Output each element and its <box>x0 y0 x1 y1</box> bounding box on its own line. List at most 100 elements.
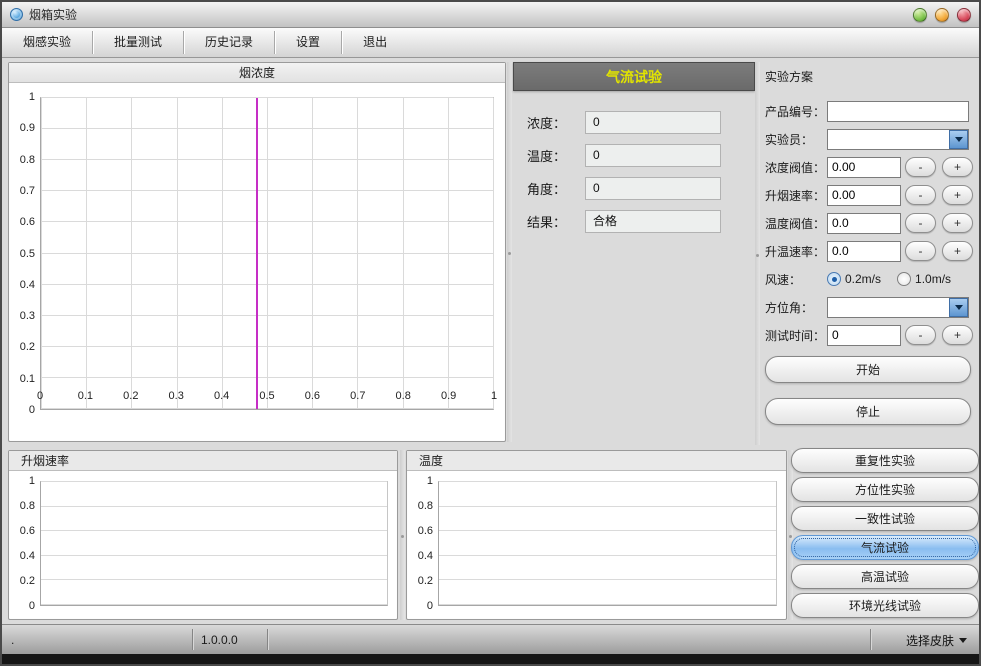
azimuth-dropdown-button[interactable] <box>949 298 968 317</box>
gridline <box>131 98 132 409</box>
test-button-ambient-light[interactable]: 环境光线试验 <box>791 593 979 618</box>
temp-threshold-plus-button[interactable]: + <box>942 213 973 233</box>
plan-panel-title: 实验方案 <box>759 62 977 85</box>
temp-rise-rate-input[interactable] <box>827 241 901 262</box>
x-tick-label: 0.5 <box>259 390 274 402</box>
chart-title: 升烟速率 <box>9 451 397 471</box>
temperature-chart: 00.20.40.60.81 <box>408 471 785 618</box>
menu-item-smoke-test[interactable]: 烟感实验 <box>2 28 92 57</box>
gridline <box>177 98 178 409</box>
test-time-plus-button[interactable]: + <box>942 325 973 345</box>
temp-rise-rate-minus-button[interactable]: - <box>905 241 936 261</box>
wind-speed-radio-10[interactable] <box>897 272 911 286</box>
temperature-label: 温度： <box>527 146 585 165</box>
y-tick-label: 0.1 <box>20 373 35 385</box>
close-button[interactable] <box>957 8 971 22</box>
test-button-azimuth[interactable]: 方位性实验 <box>791 477 979 502</box>
density-threshold-minus-button[interactable]: - <box>905 157 936 177</box>
chevron-down-icon <box>955 137 963 142</box>
tester-label: 实验员： <box>765 131 827 148</box>
y-tick-label: 1 <box>29 91 35 103</box>
test-time-minus-button[interactable]: - <box>905 325 936 345</box>
y-tick-label: 0 <box>29 600 35 612</box>
skin-select-button[interactable]: 选择皮肤 <box>906 630 967 650</box>
smoke-rise-rate-minus-button[interactable]: - <box>905 185 936 205</box>
gridline <box>41 481 387 482</box>
y-tick-label: 0.2 <box>20 575 35 587</box>
test-button-high-temperature[interactable]: 高温试验 <box>791 564 979 589</box>
menu-item-history[interactable]: 历史记录 <box>184 28 274 57</box>
smoke-density-chart-group: 烟浓度 00.10.20.30.40.50.60.70.80.91 00.10.… <box>8 62 506 442</box>
azimuth-select[interactable] <box>827 297 969 318</box>
gridline <box>312 98 313 409</box>
x-tick-label: 0.1 <box>78 390 93 402</box>
x-tick-label: 0.3 <box>169 390 184 402</box>
result-label: 结果： <box>527 212 585 231</box>
menu-item-exit[interactable]: 退出 <box>342 28 408 57</box>
test-time-row: 测试时间： - + <box>765 324 973 346</box>
window-frame-bottom <box>2 654 979 664</box>
wind-speed-row: 风速： 0.2m/s 1.0m/s <box>765 268 973 290</box>
smoke-rise-rate-chart: 00.20.40.60.81 <box>10 471 396 618</box>
y-tick-label: 0.6 <box>418 525 433 537</box>
wind-speed-label: 风速： <box>765 271 827 288</box>
product-number-input[interactable] <box>827 101 969 122</box>
version-text: 1.0.0.0 <box>201 633 238 647</box>
gridline <box>357 98 358 409</box>
wind-speed-radio-02[interactable] <box>827 272 841 286</box>
y-tick-label: 0.8 <box>418 500 433 512</box>
minimize-button[interactable] <box>913 8 927 22</box>
temp-rise-rate-label: 升温速率： <box>765 243 827 260</box>
gridline <box>267 98 268 409</box>
smoke-rise-rate-label: 升烟速率： <box>765 187 827 204</box>
gridline <box>222 98 223 409</box>
azimuth-select-value <box>832 298 946 317</box>
smoke-rise-rate-plus-button[interactable]: + <box>942 185 973 205</box>
density-threshold-plus-button[interactable]: + <box>942 157 973 177</box>
menu-item-settings[interactable]: 设置 <box>275 28 341 57</box>
test-mode-buttons: 重复性实验 方位性实验 一致性试验 气流试验 高温试验 环境光线试验 <box>791 448 979 622</box>
smoke-rise-rate-row: 升烟速率： - + <box>765 184 973 206</box>
x-tick-label: 1 <box>491 390 497 402</box>
splitter[interactable] <box>400 450 405 620</box>
tester-row: 实验员： <box>765 128 973 150</box>
tester-dropdown-button[interactable] <box>949 130 968 149</box>
chevron-down-icon <box>955 305 963 310</box>
y-tick-label: 1 <box>29 475 35 487</box>
x-tick-label: 0.9 <box>441 390 456 402</box>
test-button-airflow[interactable]: 气流试验 <box>791 535 979 560</box>
gridline <box>439 579 776 580</box>
x-tick-label: 0.4 <box>214 390 229 402</box>
test-button-consistency[interactable]: 一致性试验 <box>791 506 979 531</box>
test-time-label: 测试时间： <box>765 327 827 344</box>
density-threshold-input[interactable] <box>827 157 901 178</box>
x-tick-label: 0.2 <box>123 390 138 402</box>
y-tick-label: 0.2 <box>418 575 433 587</box>
app-window: 烟箱实验 烟感实验 批量测试 历史记录 设置 退出 烟浓度 00.10.20.3… <box>0 0 981 666</box>
temp-rise-rate-row: 升温速率： - + <box>765 240 973 262</box>
divider <box>267 629 268 650</box>
stop-button[interactable]: 停止 <box>765 398 971 425</box>
test-button-repeatability[interactable]: 重复性实验 <box>791 448 979 473</box>
smoke-rise-rate-input[interactable] <box>827 185 901 206</box>
y-tick-label: 0.6 <box>20 525 35 537</box>
temp-rise-rate-plus-button[interactable]: + <box>942 241 973 261</box>
chart-title: 烟浓度 <box>9 63 505 83</box>
readout-row-density: 浓度： 0 <box>527 111 755 134</box>
y-tick-label: 0.4 <box>418 550 433 562</box>
gridline <box>41 506 387 507</box>
temp-threshold-input[interactable] <box>827 213 901 234</box>
tester-select[interactable] <box>827 129 969 150</box>
angle-value: 0 <box>585 177 721 200</box>
airflow-panel-title: 气流试验 <box>513 62 755 91</box>
gridline <box>439 506 776 507</box>
start-button[interactable]: 开始 <box>765 356 971 383</box>
splitter[interactable] <box>507 62 512 442</box>
temp-threshold-minus-button[interactable]: - <box>905 213 936 233</box>
divider <box>192 629 193 650</box>
test-time-input[interactable] <box>827 325 901 346</box>
maximize-button[interactable] <box>935 8 949 22</box>
gridline <box>439 555 776 556</box>
gridline <box>86 98 87 409</box>
menu-item-batch-test[interactable]: 批量测试 <box>93 28 183 57</box>
